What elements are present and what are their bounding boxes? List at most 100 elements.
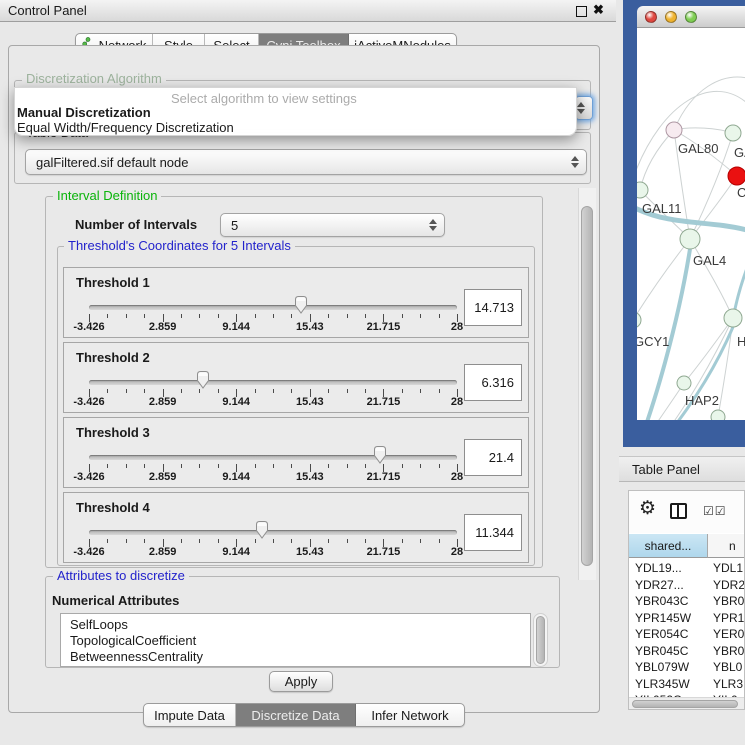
checkboxes-icon[interactable]: ☑☑	[703, 504, 727, 518]
network-node-c[interactable]	[728, 167, 745, 185]
split-columns-icon[interactable]	[670, 503, 687, 519]
table-cell[interactable]: YBL079W	[635, 659, 707, 676]
table-row[interactable]: YBR045C YBR0	[629, 643, 745, 660]
slider-handle[interactable]	[195, 370, 211, 390]
slider-handle[interactable]	[293, 295, 309, 315]
table-cell[interactable]: YDL1	[713, 560, 745, 577]
list-item[interactable]: SelfLoops	[61, 617, 530, 633]
slider-handle[interactable]	[372, 445, 388, 465]
slider-tick	[365, 464, 366, 468]
network-edge[interactable]	[640, 130, 674, 190]
algorithm-option[interactable]: Manual Discretization	[17, 105, 151, 120]
algorithm-placeholder-text: Select algorithm to view settings	[171, 91, 357, 106]
algorithm-dropdown-stepper[interactable]	[575, 96, 593, 120]
slider-tick-label: 15.43	[296, 321, 324, 333]
table-cell[interactable]: YBR0	[713, 643, 745, 660]
table-cell[interactable]: YLR345W	[635, 676, 707, 693]
table-cell[interactable]: YER054C	[635, 626, 707, 643]
network-node-ga[interactable]	[725, 125, 741, 141]
slider-tick	[218, 464, 219, 468]
slider-tick	[402, 314, 403, 318]
network-edge[interactable]	[637, 383, 684, 420]
table-row[interactable]: YPR145W YPR1	[629, 610, 745, 627]
slider-handle[interactable]	[254, 520, 270, 540]
network-node-h[interactable]	[724, 309, 742, 327]
table-hscrollbar-track[interactable]	[629, 697, 744, 710]
table-cell[interactable]: YDL19...	[635, 560, 707, 577]
slider-tick	[144, 314, 145, 318]
table-row[interactable]: YER054C YER0	[629, 626, 745, 643]
table-cell[interactable]: YDR27...	[635, 577, 707, 594]
network-node[interactable]	[711, 410, 725, 420]
slider-tick	[218, 539, 219, 543]
close-panel-icon[interactable]: ✖	[593, 2, 604, 18]
network-window-titlebar[interactable]	[637, 6, 745, 28]
table-cell[interactable]: YER0	[713, 626, 745, 643]
table-cell[interactable]: YPR145W	[635, 610, 707, 627]
table-cell[interactable]: YPR1	[713, 610, 745, 627]
table-cell[interactable]: YBL0	[713, 659, 745, 676]
tab-impute-data[interactable]: Impute Data	[144, 704, 236, 726]
slider-tick	[255, 464, 256, 468]
list-item[interactable]: TopologicalCoefficient	[61, 633, 530, 649]
list-item[interactable]: BetweennessCentrality	[61, 649, 530, 665]
table-header-shared[interactable]: shared...	[629, 534, 708, 558]
slider-tick	[420, 539, 421, 543]
network-node-gcy1[interactable]	[637, 312, 641, 328]
threshold-slider-track[interactable]	[89, 455, 457, 460]
threshold-value-field[interactable]: 6.316	[464, 364, 522, 401]
network-node-gal80[interactable]	[666, 122, 682, 138]
tab-infer-network[interactable]: Infer Network	[356, 704, 464, 726]
table-row[interactable]: YDL19... YDL1	[629, 560, 745, 577]
threshold-panel: Threshold 2-3.4262.8599.14415.4321.71528…	[63, 342, 529, 413]
threshold-slider-track[interactable]	[89, 305, 457, 310]
network-node-gal4[interactable]	[680, 229, 700, 249]
table-row[interactable]: YDR27... YDR2	[629, 577, 745, 594]
threshold-value-field[interactable]: 11.344	[464, 514, 522, 551]
network-edge[interactable]	[674, 77, 745, 130]
algorithm-option[interactable]: Equal Width/Frequency Discretization	[17, 120, 234, 135]
numerical-attributes-list[interactable]: SelfLoopsTopologicalCoefficientBetweenne…	[60, 613, 531, 667]
threshold-slider-track[interactable]	[89, 530, 457, 535]
network-edge[interactable]	[637, 239, 690, 320]
table-cell[interactable]: YDR2	[713, 577, 745, 594]
float-panel-icon[interactable]	[576, 6, 587, 17]
network-node-hap2[interactable]	[677, 376, 691, 390]
table-data-dropdown[interactable]: galFiltered.sif default node	[25, 149, 587, 175]
attributes-scrollbar-thumb[interactable]	[536, 616, 545, 664]
tab-discretize-data[interactable]: Discretize Data	[236, 704, 356, 726]
threshold-slider-track[interactable]	[89, 380, 457, 385]
slider-tick-label: 21.715	[367, 471, 401, 483]
threshold-value-field[interactable]: 21.4	[464, 439, 522, 476]
close-button[interactable]	[645, 11, 657, 23]
network-edge[interactable]	[690, 239, 733, 318]
slider-tick	[218, 389, 219, 393]
zoom-button[interactable]	[685, 11, 697, 23]
table-cell[interactable]: YBR0	[713, 593, 745, 610]
network-view-canvas[interactable]: GAL80GACGAL11GAL4GCY1HHAP2	[637, 28, 745, 420]
table-hscrollbar-thumb[interactable]	[632, 700, 738, 708]
apply-button[interactable]: Apply	[269, 671, 333, 692]
table-cell[interactable]: YLR3	[713, 676, 745, 693]
table-toolbar: ⚙ ☑☑	[629, 491, 744, 533]
slider-tick	[273, 389, 274, 393]
table-row[interactable]: YLR345W YLR3	[629, 676, 745, 693]
slider-tick	[144, 464, 145, 468]
number-of-intervals-spinner[interactable]: 5	[220, 213, 445, 237]
threshold-value-field[interactable]: 14.713	[464, 289, 522, 326]
table-row[interactable]: YBR043C YBR0	[629, 593, 745, 610]
minimize-button[interactable]	[665, 11, 677, 23]
gear-icon[interactable]: ⚙	[639, 499, 656, 518]
slider-tick	[420, 464, 421, 468]
table-cell[interactable]: YBR045C	[635, 643, 707, 660]
table-row[interactable]: YBL079W YBL0	[629, 659, 745, 676]
attributes-scrollbar-track[interactable]	[533, 613, 548, 667]
network-edge[interactable]	[674, 128, 733, 133]
network-node-gal11[interactable]	[637, 182, 648, 198]
stepper-arrows-icon	[571, 156, 579, 168]
table-cell[interactable]: YBR043C	[635, 593, 707, 610]
slider-tick	[328, 389, 329, 393]
table-header-name[interactable]: n	[708, 534, 745, 558]
slider-tick	[402, 389, 403, 393]
content-scrollbar-thumb[interactable]	[581, 206, 593, 566]
